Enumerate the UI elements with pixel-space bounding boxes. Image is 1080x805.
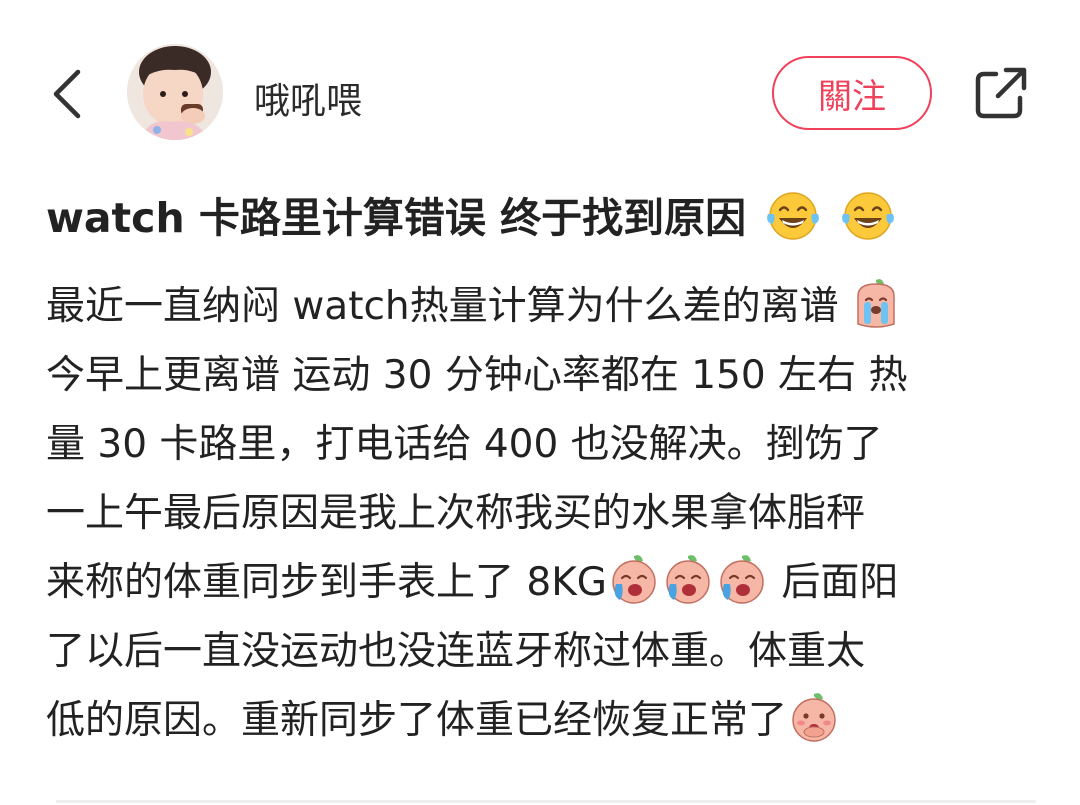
share-icon bbox=[975, 67, 1027, 119]
post-body-text: 低的原因。重新同步了体重已经恢复正常了 bbox=[46, 698, 788, 743]
back-arrow-icon bbox=[53, 69, 81, 119]
tears-of-joy-emoji bbox=[764, 190, 822, 258]
avatar-image bbox=[127, 44, 223, 140]
tears-of-joy-emoji bbox=[839, 190, 897, 258]
post-title: watch 卡路里计算错误 终于找到原因 bbox=[46, 188, 1056, 258]
post-body: 最近一直纳闷 watch热量计算为什么差的离谱 今早上更离谱 运动 30 分钟心… bbox=[46, 272, 1036, 755]
back-button[interactable] bbox=[44, 62, 92, 126]
post-body-line: 今早上更离谱 运动 30 分钟心率都在 150 左右 热 bbox=[46, 341, 1036, 410]
post-body-line: 最近一直纳闷 watch热量计算为什么差的离谱 bbox=[46, 272, 1036, 341]
crying-peach-emoji bbox=[716, 554, 768, 626]
post-body-text: 了以后一直没运动也没连蓝牙称过体重。体重太 bbox=[46, 629, 866, 674]
crying-peach-emoji bbox=[662, 554, 714, 626]
post-body-text: 来称的体重同步到手表上了 8KG bbox=[46, 560, 608, 605]
post-body-line: 量 30 卡路里，打电话给 400 也没解决。捯饬了 bbox=[46, 410, 1036, 479]
post-body-line: 一上午最后原因是我上次称我买的水果拿体脂秤 bbox=[46, 479, 1036, 548]
post-body-line: 低的原因。重新同步了体重已经恢复正常了 bbox=[46, 686, 1036, 755]
post-header: 哦吼喂 關注 bbox=[0, 0, 1080, 190]
shy-peach-emoji bbox=[788, 692, 840, 764]
post-body-text: 量 30 卡路里，打电话给 400 也没解决。捯饬了 bbox=[46, 422, 883, 467]
username[interactable]: 哦吼喂 bbox=[254, 72, 362, 124]
divider bbox=[56, 800, 1036, 803]
post-body-text: 最近一直纳闷 watch热量计算为什么差的离谱 bbox=[46, 284, 839, 329]
post-body-line: 来称的体重同步到手表上了 8KG 后面阳 bbox=[46, 548, 1036, 617]
crying-peach-emoji bbox=[852, 278, 900, 350]
post-body-text: 一上午最后原因是我上次称我买的水果拿体脂秤 bbox=[46, 491, 866, 536]
crying-peach-emoji bbox=[608, 554, 660, 626]
post-body-text: 后面阳 bbox=[781, 560, 899, 605]
share-button[interactable] bbox=[968, 62, 1032, 126]
post-body-line: 了以后一直没运动也没连蓝牙称过体重。体重太 bbox=[46, 617, 1036, 686]
avatar[interactable] bbox=[127, 44, 223, 140]
post-title-text: watch 卡路里计算错误 终于找到原因 bbox=[46, 194, 747, 242]
follow-button[interactable]: 關注 bbox=[772, 56, 932, 130]
post-body-text: 今早上更离谱 运动 30 分钟心率都在 150 左右 热 bbox=[46, 353, 908, 398]
